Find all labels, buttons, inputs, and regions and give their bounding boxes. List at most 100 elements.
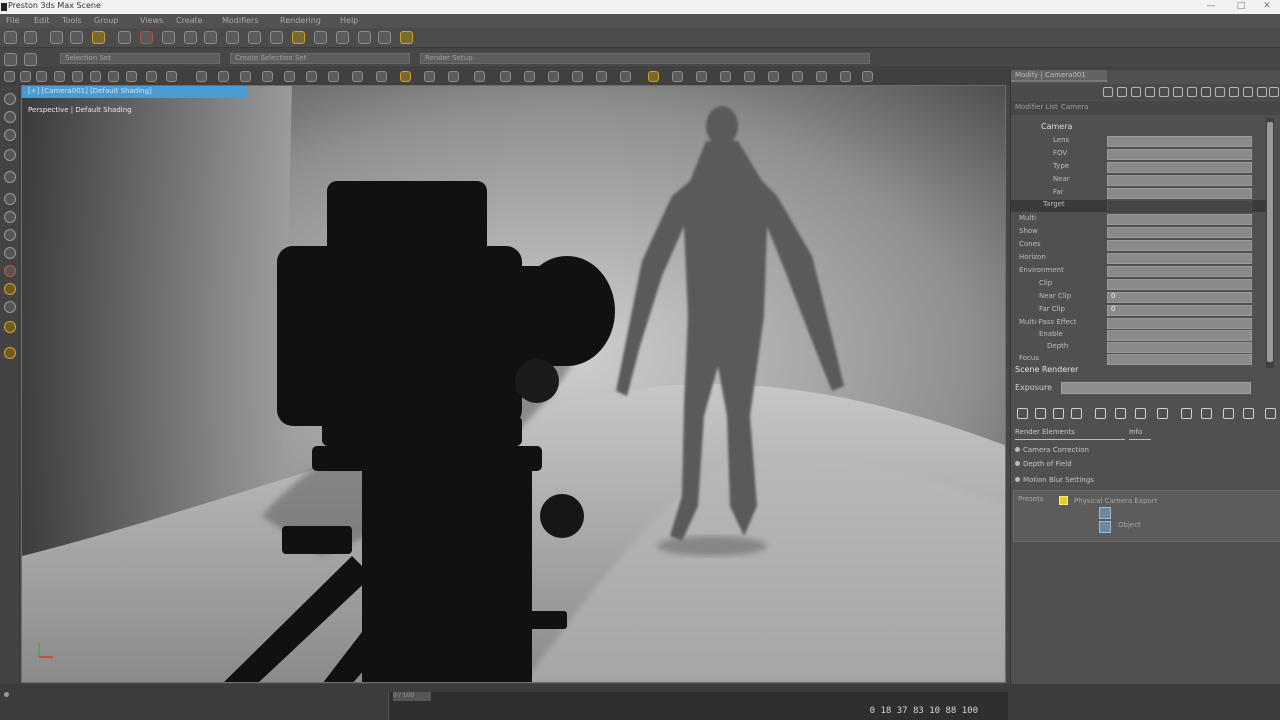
panel-scrollbar[interactable]: [1266, 118, 1274, 368]
ribbon-icon[interactable]: [768, 71, 779, 82]
ribbon-icon[interactable]: [262, 71, 273, 82]
param-field[interactable]: [1107, 253, 1252, 264]
link-icon[interactable]: [50, 31, 63, 44]
ribbon-icon[interactable]: [448, 71, 459, 82]
tab-info[interactable]: Info: [1129, 428, 1151, 440]
ribbon-icon[interactable]: [54, 71, 65, 82]
layer-icon[interactable]: [4, 53, 17, 66]
ribbon-icon[interactable]: [218, 71, 229, 82]
ribbon-icon[interactable]: [306, 71, 317, 82]
rollout-title[interactable]: Camera: [1041, 122, 1072, 131]
ribbon-icon[interactable]: [72, 71, 83, 82]
ribbon-icon[interactable]: [424, 71, 435, 82]
select-icon[interactable]: [118, 31, 131, 44]
render-setup-strip[interactable]: Render Setup: [420, 53, 870, 64]
param-field[interactable]: [1107, 136, 1252, 147]
panel-tool-icon[interactable]: [1265, 408, 1276, 419]
param-field[interactable]: [1107, 214, 1252, 225]
viewport-tool-icon[interactable]: [4, 321, 16, 333]
ribbon-icon[interactable]: [328, 71, 339, 82]
panel-tool-icon[interactable]: [1223, 408, 1234, 419]
timeline[interactable]: 0 / 100 0 18 37 83 10 88 100: [388, 692, 1008, 720]
scale-icon[interactable]: [270, 31, 283, 44]
ribbon-icon[interactable]: [840, 71, 851, 82]
viewport-tool-icon[interactable]: [4, 265, 16, 277]
panel-tool-icon[interactable]: [1115, 408, 1126, 419]
panel-tool-icon[interactable]: [1017, 408, 1028, 419]
ribbon-icon[interactable]: [36, 71, 47, 82]
node-icon[interactable]: [1099, 507, 1111, 519]
redo-icon[interactable]: [24, 31, 37, 44]
ribbon-icon[interactable]: [816, 71, 827, 82]
viewport-tool-icon[interactable]: [4, 171, 16, 183]
modifier-list-dropdown[interactable]: Modifier List: [1015, 103, 1058, 111]
panel-tool-icon[interactable]: [1135, 408, 1146, 419]
scrollbar-thumb[interactable]: [1267, 122, 1273, 362]
panel-tool-icon[interactable]: [1181, 408, 1192, 419]
panel-tool-icon[interactable]: [1159, 87, 1169, 97]
select-filter-icon[interactable]: [140, 31, 153, 44]
ribbon-icon[interactable]: [90, 71, 101, 82]
ribbon-icon[interactable]: [108, 71, 119, 82]
panel-tool-icon[interactable]: [1201, 408, 1212, 419]
param-field[interactable]: [1107, 240, 1252, 251]
panel-tool-icon[interactable]: [1257, 87, 1267, 97]
scene-explorer-icon[interactable]: [24, 53, 37, 66]
param-field[interactable]: [1107, 342, 1252, 353]
panel-tool-icon[interactable]: [1053, 408, 1064, 419]
ribbon-icon[interactable]: [620, 71, 631, 82]
menu-file[interactable]: File: [6, 16, 19, 25]
ribbon-icon[interactable]: [572, 71, 583, 82]
panel-tool-icon[interactable]: [1269, 87, 1279, 97]
ribbon-icon[interactable]: [146, 71, 157, 82]
warning-icon[interactable]: [1059, 496, 1068, 505]
ribbon-icon[interactable]: [696, 71, 707, 82]
ribbon-icon[interactable]: [166, 71, 177, 82]
panel-tool-icon[interactable]: [1243, 87, 1253, 97]
ribbon-icon[interactable]: [4, 71, 15, 82]
param-field[interactable]: [1107, 305, 1252, 316]
ribbon-icon[interactable]: [744, 71, 755, 82]
angle-snap-icon[interactable]: [314, 31, 327, 44]
ribbon-icon[interactable]: [720, 71, 731, 82]
panel-tool-icon[interactable]: [1187, 87, 1197, 97]
tab-modify[interactable]: Modify | Camera001: [1011, 70, 1107, 82]
viewport-tool-icon[interactable]: [4, 211, 16, 223]
viewport-tool-icon[interactable]: [4, 301, 16, 313]
panel-tool-icon[interactable]: [1215, 87, 1225, 97]
panel-tool-icon[interactable]: [1229, 87, 1239, 97]
panel-tool-icon[interactable]: [1243, 408, 1254, 419]
ribbon-icon[interactable]: [196, 71, 207, 82]
node-icon[interactable]: [1099, 521, 1111, 533]
viewport-tool-icon[interactable]: [4, 283, 16, 295]
param-field[interactable]: [1107, 200, 1252, 211]
time-slider[interactable]: 0 / 100: [393, 692, 431, 701]
menu-views[interactable]: Views: [140, 16, 163, 25]
viewport-label[interactable]: Perspective | Default Shading: [28, 106, 132, 114]
selection-set-dropdown[interactable]: Selection Set: [60, 53, 220, 64]
ribbon-icon[interactable]: [400, 71, 411, 82]
param-row-selected[interactable]: Target: [1011, 200, 1266, 212]
align-icon[interactable]: [378, 31, 391, 44]
move-icon[interactable]: [226, 31, 239, 44]
param-field[interactable]: [1107, 266, 1252, 277]
menu-help[interactable]: Help: [340, 16, 358, 25]
panel-tool-icon[interactable]: [1071, 408, 1082, 419]
menu-tools[interactable]: Tools: [62, 16, 82, 25]
tab-render-elements[interactable]: Render Elements: [1015, 428, 1125, 440]
param-field[interactable]: [1107, 149, 1252, 160]
param-field[interactable]: [1107, 175, 1252, 186]
mirror-icon[interactable]: [358, 31, 371, 44]
ribbon-icon[interactable]: [648, 71, 659, 82]
panel-tool-icon[interactable]: [1095, 408, 1106, 419]
exposure-slider[interactable]: [1061, 382, 1251, 394]
modifier-stack-item[interactable]: Camera: [1061, 103, 1088, 111]
ribbon-icon[interactable]: [792, 71, 803, 82]
menu-modifiers[interactable]: Modifiers: [222, 16, 259, 25]
ribbon-icon[interactable]: [474, 71, 485, 82]
viewport-tool-icon[interactable]: [4, 111, 16, 123]
ribbon-icon[interactable]: [20, 71, 31, 82]
panel-tool-icon[interactable]: [1131, 87, 1141, 97]
viewport-tool-icon[interactable]: [4, 93, 16, 105]
viewport-tool-icon[interactable]: [4, 149, 16, 161]
